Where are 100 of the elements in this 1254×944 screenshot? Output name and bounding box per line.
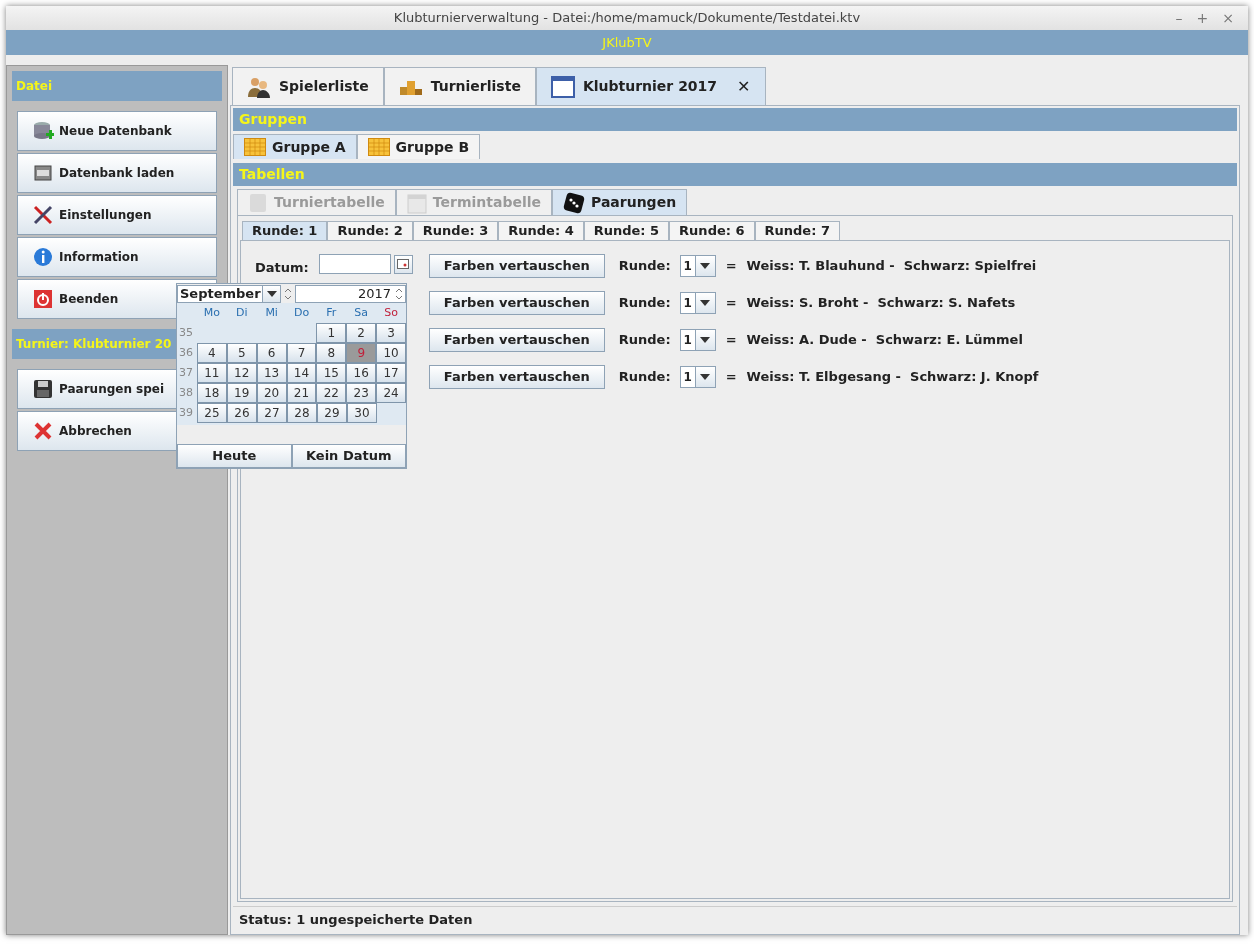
day-button[interactable]: 30 bbox=[347, 403, 377, 423]
round-tab[interactable]: Runde: 2 bbox=[327, 221, 413, 240]
day-button[interactable]: 28 bbox=[287, 403, 317, 423]
round-tab[interactable]: Runde: 3 bbox=[412, 221, 499, 240]
day-button[interactable]: 22 bbox=[316, 383, 347, 403]
month-dropdown[interactable]: September bbox=[177, 284, 281, 303]
year-spinner[interactable]: 2017 bbox=[295, 284, 406, 303]
sidebar-button[interactable]: Information bbox=[17, 237, 217, 277]
caret-icon bbox=[266, 290, 277, 297]
pairing-text: Weiss: A. Dude - Schwarz: E. Lümmel bbox=[746, 331, 1023, 350]
round-tab[interactable]: Runde: 6 bbox=[669, 221, 755, 240]
day-button[interactable]: 27 bbox=[257, 403, 287, 423]
weekday-label: Di bbox=[235, 304, 249, 321]
day-button[interactable]: 24 bbox=[376, 383, 407, 403]
cross-icon bbox=[32, 420, 54, 442]
day-button[interactable]: 3 bbox=[376, 323, 406, 343]
swap-colors-button[interactable]: Farben vertauschen bbox=[428, 365, 605, 389]
round-label: Runde: bbox=[618, 294, 671, 313]
caret-icon bbox=[700, 300, 711, 306]
group-tab[interactable]: Gruppe B bbox=[356, 134, 481, 159]
weekday-label: So bbox=[383, 304, 399, 321]
date-label: Datum: bbox=[255, 259, 309, 277]
day-button[interactable]: 29 bbox=[317, 403, 347, 423]
round-dropdown[interactable]: 1 bbox=[679, 366, 716, 388]
caret-icon bbox=[700, 337, 711, 343]
calendar-grid-icon bbox=[367, 138, 390, 156]
day-button[interactable]: 11 bbox=[196, 363, 227, 383]
date-picker-button[interactable] bbox=[393, 254, 413, 274]
day-button[interactable]: 23 bbox=[346, 383, 377, 403]
day-button[interactable]: 14 bbox=[286, 363, 317, 383]
groups-header: Gruppen bbox=[233, 108, 1237, 131]
pairing-text: Weiss: S. Broht - Schwarz: S. Nafets bbox=[746, 294, 1016, 313]
day-button[interactable]: 20 bbox=[256, 383, 287, 403]
die-icon bbox=[563, 191, 585, 214]
day-button[interactable]: 8 bbox=[316, 343, 347, 363]
round-label: Runde: bbox=[618, 331, 671, 350]
day-button[interactable]: 1 bbox=[316, 323, 347, 343]
day-button[interactable]: 15 bbox=[316, 363, 347, 383]
calendar-button[interactable]: Kein Datum bbox=[291, 444, 406, 468]
day-button[interactable]: 2 bbox=[346, 323, 377, 343]
weekday-label: Fr bbox=[325, 304, 338, 321]
day-button[interactable]: 26 bbox=[227, 403, 257, 423]
calendar-grid-icon bbox=[244, 138, 266, 156]
calendar-button[interactable]: Heute bbox=[177, 444, 292, 468]
sidebar-button[interactable]: Einstellungen bbox=[17, 195, 217, 235]
maximize-button[interactable]: + bbox=[1196, 7, 1209, 29]
close-tab-icon[interactable]: ✕ bbox=[737, 74, 751, 99]
window-icon bbox=[550, 75, 575, 98]
minimize-button[interactable]: – bbox=[1175, 7, 1183, 29]
round-dropdown[interactable]: 1 bbox=[679, 329, 716, 351]
round-dropdown[interactable]: 1 bbox=[679, 292, 716, 314]
equals-sign: = bbox=[725, 331, 737, 350]
day-button[interactable]: 13 bbox=[256, 363, 287, 383]
day-button[interactable]: 21 bbox=[286, 383, 317, 403]
equals-sign: = bbox=[725, 257, 737, 276]
day-button[interactable]: 7 bbox=[286, 343, 317, 363]
swap-colors-button[interactable]: Farben vertauschen bbox=[428, 254, 605, 278]
close-button[interactable]: × bbox=[1222, 7, 1234, 29]
people-icon bbox=[247, 75, 271, 98]
equals-sign: = bbox=[725, 294, 737, 313]
weekday-label: Sa bbox=[353, 304, 370, 321]
round-dropdown[interactable]: 1 bbox=[679, 255, 716, 277]
main-tab[interactable]: Turnierliste bbox=[383, 67, 536, 105]
day-button[interactable]: 6 bbox=[256, 343, 287, 363]
group-tab[interactable]: Gruppe A bbox=[233, 134, 357, 159]
weekday-label: Mi bbox=[264, 304, 279, 321]
main-tab[interactable]: Spielerliste bbox=[232, 67, 384, 105]
day-button[interactable]: 16 bbox=[346, 363, 377, 383]
day-button[interactable]: 10 bbox=[376, 343, 407, 363]
round-label: Runde: bbox=[618, 368, 671, 387]
round-tab[interactable]: Runde: 4 bbox=[498, 221, 584, 240]
swap-colors-button[interactable]: Farben vertauschen bbox=[428, 328, 605, 352]
swap-colors-button[interactable]: Farben vertauschen bbox=[428, 291, 605, 315]
day-button[interactable]: 25 bbox=[197, 403, 227, 423]
day-button[interactable]: 12 bbox=[226, 363, 257, 383]
day-button[interactable]: 17 bbox=[376, 363, 407, 383]
day-button[interactable]: 18 bbox=[196, 383, 227, 403]
window-title: Klubturnierverwaltung - Datei:/home/mamuck/Dokumente/Testdatei.ktv bbox=[393, 9, 861, 28]
sidebar-button[interactable]: Neue Datenbank bbox=[17, 111, 217, 151]
calendar-icon bbox=[406, 191, 427, 214]
caret-icon bbox=[700, 374, 711, 380]
app-banner: JKlubTV bbox=[6, 30, 1248, 55]
equals-sign: = bbox=[725, 368, 737, 387]
table-tab[interactable]: Paarungen bbox=[552, 189, 688, 215]
info-icon bbox=[32, 246, 54, 268]
pairing-text: Weiss: T. Blauhund - Schwarz: Spielfrei bbox=[746, 257, 1037, 276]
round-tab[interactable]: Runde: 7 bbox=[754, 221, 840, 240]
calendar-icon bbox=[397, 259, 410, 269]
round-tab[interactable]: Runde: 1 bbox=[242, 221, 328, 240]
tables-header: Tabellen bbox=[233, 163, 1237, 186]
pairing-text: Weiss: T. Elbgesang - Schwarz: J. Knopf bbox=[746, 368, 1039, 387]
date-field[interactable] bbox=[318, 254, 391, 274]
day-button[interactable]: 19 bbox=[226, 383, 257, 403]
week-number: 36 bbox=[178, 344, 194, 361]
weekday-label: Do bbox=[292, 304, 311, 321]
main-tab[interactable]: Klubturnier 2017 ✕ bbox=[535, 67, 766, 105]
round-tab[interactable]: Runde: 5 bbox=[583, 221, 670, 240]
day-button[interactable]: 5 bbox=[226, 343, 257, 363]
sidebar-button[interactable]: Datenbank laden bbox=[17, 153, 217, 193]
day-button[interactable]: 4 bbox=[196, 343, 227, 363]
